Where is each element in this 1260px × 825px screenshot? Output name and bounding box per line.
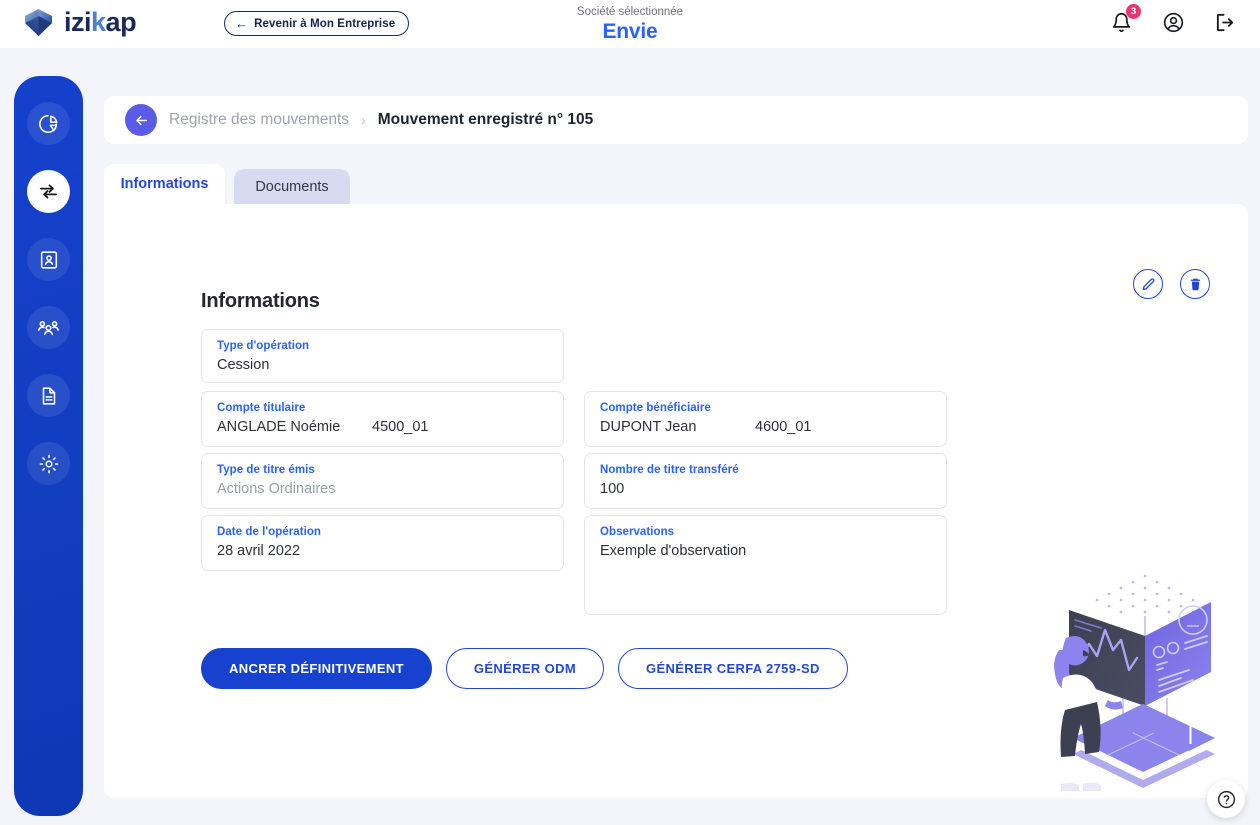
field-label: Type de titre émis <box>217 464 315 476</box>
people-group-icon <box>38 321 59 336</box>
gear-icon <box>39 454 58 473</box>
field-label: Compte bénéficiaire <box>600 402 711 414</box>
generate-cerfa-button[interactable]: GÉNÉRER CERFA 2759-SD <box>618 648 848 689</box>
field-label: Date de l'opération <box>217 526 322 538</box>
logo-part-1: izi <box>64 7 92 37</box>
sidebar-item-dashboard[interactable] <box>27 102 70 145</box>
sidebar-item-settings[interactable] <box>27 442 70 485</box>
app-logo[interactable]: izikap <box>22 6 137 39</box>
logo-part-3: ap <box>105 7 137 37</box>
breadcrumb-previous[interactable]: Registre des mouvements <box>169 111 349 129</box>
panel-title: Informations <box>201 290 320 312</box>
field-operation-type[interactable]: Type d'opération Cession <box>201 329 564 383</box>
field-value: ANGLADE Noémie <box>217 419 341 435</box>
delete-button[interactable] <box>1180 269 1210 299</box>
help-button[interactable] <box>1207 780 1245 818</box>
sidebar-item-documents[interactable] <box>27 374 70 417</box>
selected-company: Société sélectionnée Envie <box>0 5 1260 44</box>
selected-company-label: Société sélectionnée <box>576 6 684 18</box>
field-label: Compte titulaire <box>217 402 306 414</box>
field-value-secondary: 4500_01 <box>372 419 429 435</box>
anchor-definitively-button[interactable]: ANCRER DÉFINITIVEMENT <box>201 648 432 689</box>
main-content: Registre des mouvements › Mouvement enre… <box>83 48 1260 825</box>
field-value: DUPONT Jean <box>600 419 697 435</box>
informations-panel: Informations Type d'opération Cession Co… <box>104 204 1248 798</box>
tab-bar: Informations Documents <box>104 164 350 204</box>
tab-documents[interactable]: Documents <box>234 169 350 204</box>
logout-icon <box>1216 13 1233 31</box>
logout-button[interactable] <box>1212 9 1238 35</box>
field-value-secondary: 4600_01 <box>755 419 812 435</box>
breadcrumb-back-button[interactable] <box>125 104 157 136</box>
notifications-button[interactable]: 3 <box>1108 4 1141 35</box>
header-actions: 3 <box>1108 4 1238 35</box>
question-mark-icon <box>1217 790 1235 808</box>
pie-chart-icon <box>38 114 57 133</box>
panel-button-row: ANCRER DÉFINITIVEMENT GÉNÉRER ODM GÉNÉRE… <box>201 648 848 689</box>
app-root: izikap ← Revenir à Mon Entreprise Sociét… <box>0 0 1260 825</box>
breadcrumb: Registre des mouvements › Mouvement enre… <box>104 96 1248 144</box>
sidebar-item-shareholders[interactable] <box>27 306 70 349</box>
field-label: Type d'opération <box>217 340 310 352</box>
arrow-left-icon: ← <box>235 16 249 31</box>
logo-wordmark: izikap <box>64 6 137 39</box>
id-card-icon <box>40 250 57 269</box>
arrow-left-icon <box>135 115 147 125</box>
field-value: 100 <box>600 481 625 497</box>
field-holder-account[interactable]: Compte titulaire ANGLADE Noémie 4500_01 <box>201 391 564 447</box>
selected-company-name: Envie <box>602 20 658 43</box>
izikap-diamond-logo <box>22 6 55 39</box>
notification-badge: 3 <box>1126 4 1141 19</box>
field-transferred-count[interactable]: Nombre de titre transféré 100 <box>584 453 947 509</box>
back-to-company-button[interactable]: ← Revenir à Mon Entreprise <box>224 11 410 36</box>
field-label: Nombre de titre transféré <box>600 464 739 476</box>
logo-part-2: k <box>91 7 106 37</box>
panel-actions <box>1133 269 1210 299</box>
trash-icon <box>1190 278 1200 290</box>
field-security-type: Type de titre émis Actions Ordinaires <box>201 453 564 509</box>
breadcrumb-current: Mouvement enregistré n° 105 <box>377 111 594 128</box>
isometric-data-analysis-illustration <box>1039 558 1248 798</box>
top-header: izikap ← Revenir à Mon Entreprise Sociét… <box>0 0 1260 48</box>
sidebar-item-accounts[interactable] <box>27 238 70 281</box>
account-circle-icon <box>1163 12 1183 32</box>
field-operation-date[interactable]: Date de l'opération 28 avril 2022 <box>201 515 564 571</box>
document-icon <box>42 386 55 405</box>
sidebar-item-movements[interactable] <box>27 170 70 213</box>
field-beneficiary-account[interactable]: Compte bénéficiaire DUPONT Jean 4600_01 <box>584 391 947 447</box>
generate-odm-button[interactable]: GÉNÉRER ODM <box>445 648 605 689</box>
sidebar-nav <box>14 76 83 816</box>
back-to-company-label: Revenir à Mon Entreprise <box>254 17 396 30</box>
breadcrumb-separator: › <box>361 112 366 128</box>
pencil-icon <box>1142 277 1154 290</box>
account-button[interactable] <box>1160 9 1186 35</box>
transfer-arrows-icon <box>39 184 58 199</box>
field-observations[interactable]: Observations Exemple d'observation <box>584 515 947 615</box>
field-value: 28 avril 2022 <box>217 543 301 559</box>
field-value: Cession <box>217 357 270 373</box>
tab-informations[interactable]: Informations <box>104 164 225 204</box>
field-value: Actions Ordinaires <box>217 481 336 497</box>
edit-button[interactable] <box>1133 269 1163 299</box>
field-label: Observations <box>600 526 675 538</box>
field-value: Exemple d'observation <box>600 543 747 559</box>
